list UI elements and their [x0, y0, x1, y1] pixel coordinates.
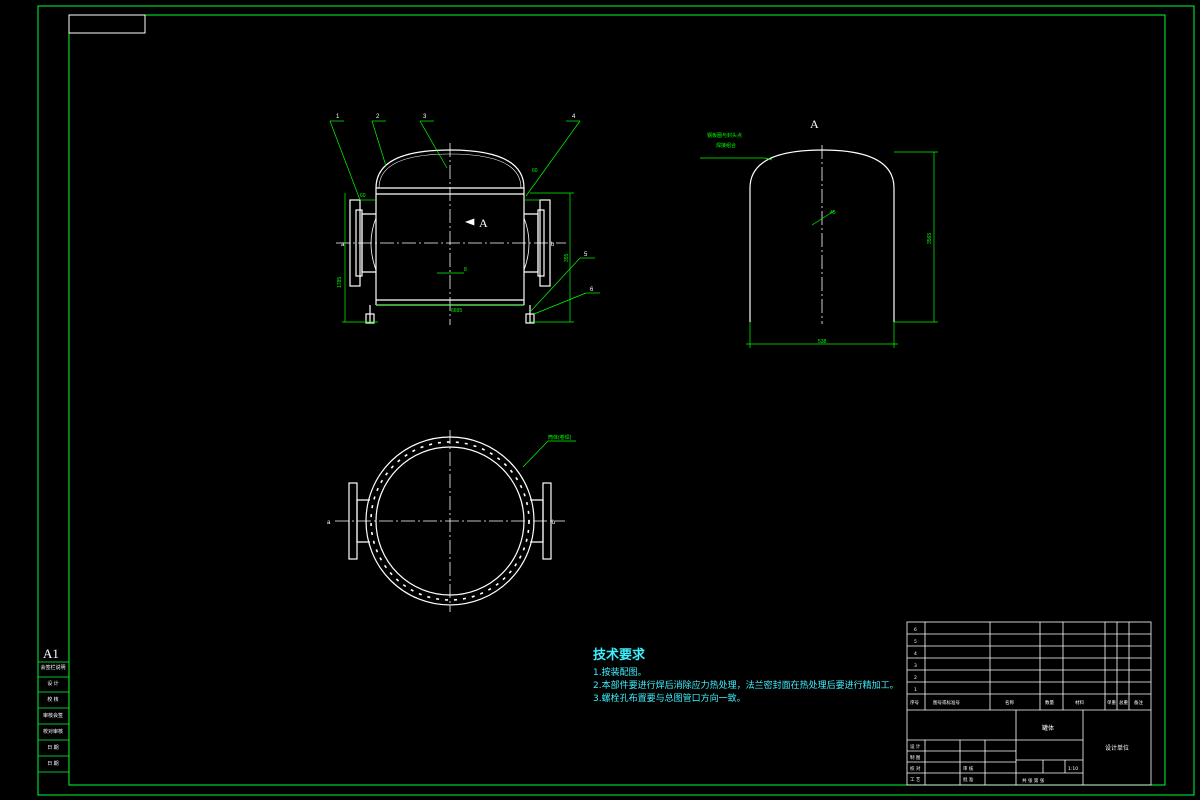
corner-box — [68, 14, 146, 34]
front-dimensions — [329, 120, 600, 323]
view-a-label: A — [810, 117, 819, 131]
plan-leader — [522, 440, 576, 468]
side-cell-2: 设 计 — [47, 681, 59, 687]
drawing-name: 罐体 — [1042, 724, 1054, 732]
col-header-material: 材料 — [1075, 699, 1084, 706]
side-cell-4: 审核会签 — [42, 713, 63, 719]
row-num-4: 4 — [914, 651, 917, 657]
dim-right-vertical: 355 — [564, 253, 570, 262]
row-num-1: 1 — [914, 687, 917, 693]
col-header-std: 图号或标准号 — [933, 699, 960, 706]
col-header-qty: 数量 — [1045, 699, 1054, 706]
tech-line-2: 2.本部件要进行焊后消除应力热处理，法兰密封面在热处理后要进行精加工。 — [593, 681, 899, 691]
balloon-5: 5 — [584, 252, 588, 258]
plan-nozzle-a: a — [327, 520, 331, 526]
scale: 1:10 — [1068, 766, 1078, 772]
side-cell-7: 日 期 — [47, 761, 59, 767]
balloon-4: 4 — [572, 114, 576, 120]
balloon-6: 6 — [590, 287, 594, 293]
dim-top-right: 60 — [532, 168, 538, 174]
dim-center-small: 8 — [464, 267, 467, 273]
sheet-size-label: A1 — [43, 646, 59, 661]
col-header-remark: 备注 — [1134, 699, 1143, 706]
row-num-3: 3 — [914, 663, 917, 669]
dim-inner-width: 6695 — [451, 308, 462, 314]
balloon-2: 2 — [376, 114, 380, 120]
dim-view-leader: 45 — [830, 210, 836, 216]
sheet-count: 共 张 第 张 — [1022, 777, 1045, 784]
row-num-5: 5 — [914, 639, 917, 645]
side-cell-3: 校 核 — [47, 697, 59, 703]
row-num-2: 2 — [914, 675, 917, 681]
col-header-unit-wt: 单重 — [1107, 699, 1116, 706]
side-cell-6: 日 期 — [47, 745, 59, 751]
balloon-1: 1 — [336, 114, 340, 120]
tech-line-3: 3.螺栓孔布置要与总图管口方向一致。 — [593, 694, 746, 704]
nozzle-b-label: b — [551, 242, 555, 248]
title-block-text: 6 5 4 3 2 1 序号 图号或标准号 名称 数量 材料 单重 总重 备注 … — [910, 627, 1143, 784]
footer-design: 设 计 — [910, 743, 921, 750]
col-header-total-wt: 总重 — [1119, 699, 1128, 706]
footer-review: 审 核 — [963, 765, 974, 772]
side-cell-1: 会签栏说明 — [40, 665, 66, 671]
col-header-seq: 序号 — [910, 699, 919, 706]
dim-left-vertical: 1785 — [337, 277, 343, 288]
col-header-name: 名称 — [1005, 699, 1014, 706]
footer-approve: 批 准 — [963, 776, 974, 783]
dim-top-left: 60 — [360, 193, 366, 199]
front-dim-text: 60 60 6695 8 1785 355 — [337, 168, 570, 314]
view-a-note-1: 钢板圈与封头点 — [707, 132, 742, 139]
section-marker: A — [479, 216, 488, 230]
tech-requirements: 技术要求 1.按装配图。 2.本部件要进行焊后消除应力热处理，法兰密封面在热处理… — [593, 644, 899, 706]
plan-note: 筒体(卷焊) — [548, 434, 572, 441]
view-a-note-2: 焊接组合 — [716, 142, 736, 149]
tech-title: 技术要求 — [593, 648, 646, 663]
company-name: 设计单位 — [1105, 744, 1129, 752]
footer-draw: 制 图 — [910, 754, 921, 761]
footer-check: 校 对 — [910, 765, 921, 772]
dim-view-height: 3565 — [927, 233, 933, 244]
view-a-dimensions — [700, 151, 938, 348]
view-a-text: 538 3565 45 钢板圈与封头点 焊接组合 — [707, 132, 933, 345]
footer-craft: 工 艺 — [910, 777, 921, 783]
tech-line-1: 1.按装配图。 — [593, 668, 647, 678]
balloon-3: 3 — [423, 114, 427, 120]
row-num-6: 6 — [914, 627, 917, 633]
side-cell-5: 校对审核 — [42, 729, 63, 735]
dim-view-width: 538 — [818, 339, 827, 345]
